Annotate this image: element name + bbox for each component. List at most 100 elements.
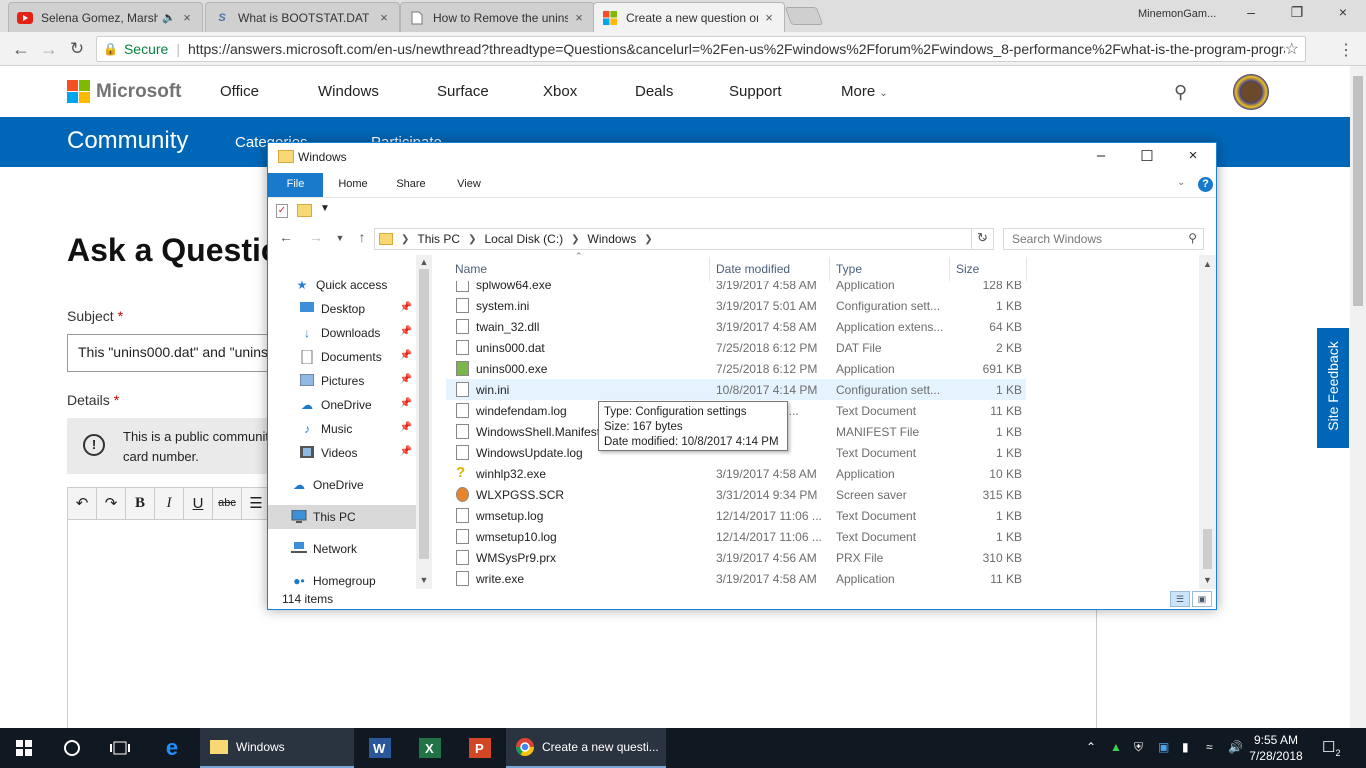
file-row[interactable]: ? winhlp32.exe 3/19/2017 4:58 AM Applicatio… xyxy=(446,463,1026,484)
defender-icon[interactable]: ⛨ xyxy=(1134,740,1143,755)
column-name[interactable]: Name xyxy=(455,262,487,276)
file-row[interactable]: wmsetup.log 12/14/2017 11:06 ... Text Docu… xyxy=(446,505,1026,526)
action-center-icon[interactable]: ☐2 xyxy=(1322,738,1340,758)
restore-icon[interactable]: ❐ xyxy=(1282,4,1312,21)
file-row[interactable]: unins000.dat 7/25/2018 6:12 PM DAT File 2 K… xyxy=(446,337,1026,358)
file-row-hovered[interactable]: win.ini 10/8/2017 4:14 PM Configuration se… xyxy=(446,379,1026,400)
ribbon-tab-file[interactable]: File xyxy=(268,173,323,197)
forward-icon[interactable]: → xyxy=(38,38,60,60)
refresh-icon[interactable]: ↻ xyxy=(971,228,993,250)
explorer-titlebar[interactable]: Windows – ☐ × xyxy=(268,143,1216,173)
help-icon[interactable]: ? xyxy=(1198,177,1213,192)
column-divider[interactable] xyxy=(709,257,710,281)
close-tab-icon[interactable]: × xyxy=(377,10,391,25)
nav-office[interactable]: Office xyxy=(220,83,259,100)
battery-icon[interactable]: ▮ xyxy=(1182,740,1189,754)
ribbon-tab-view[interactable]: View xyxy=(446,173,492,197)
nav-surface[interactable]: Surface xyxy=(437,83,489,100)
back-icon[interactable]: ← xyxy=(10,38,32,60)
powerpoint-icon[interactable]: P xyxy=(456,728,504,768)
maximize-icon[interactable]: ☐ xyxy=(1132,147,1162,165)
up-icon[interactable]: ↑ xyxy=(352,229,372,245)
pin-icon[interactable]: 📌 xyxy=(400,398,412,409)
tray-monitor-icon[interactable]: ▣ xyxy=(1158,740,1169,754)
pin-icon[interactable]: 📌 xyxy=(400,302,412,313)
explorer-search-input[interactable]: Search Windows ⚲ xyxy=(1003,228,1204,250)
clock[interactable]: 9:55 AM 7/28/2018 xyxy=(1246,732,1306,764)
undo-icon[interactable]: ↶ xyxy=(68,488,97,519)
nav-item-this-pc[interactable]: This PC xyxy=(268,505,416,529)
file-row[interactable]: twain_32.dll 3/19/2017 4:58 AM Application… xyxy=(446,316,1026,337)
ribbon-tab-share[interactable]: Share xyxy=(388,173,434,197)
close-tab-icon[interactable]: × xyxy=(180,10,194,25)
expand-ribbon-icon[interactable]: ⌄ xyxy=(1177,177,1185,188)
recent-locations-icon[interactable]: ▼ xyxy=(330,233,350,243)
browser-tab-bootstat[interactable]: S What is BOOTSTAT.DAT a × xyxy=(205,2,400,32)
breadcrumb-this-pc[interactable]: This PC xyxy=(417,232,460,246)
community-title[interactable]: Community xyxy=(67,127,188,155)
file-list-scrollbar[interactable]: ▲ ▼ xyxy=(1199,255,1216,589)
browser-tab-active[interactable]: Create a new question or × xyxy=(593,2,785,32)
properties-icon[interactable]: ✓ xyxy=(276,204,288,218)
file-row[interactable]: system.ini 3/19/2017 5:01 AM Configuration… xyxy=(446,295,1026,316)
start-icon[interactable] xyxy=(0,728,48,768)
close-tab-icon[interactable]: × xyxy=(762,10,776,25)
redo-icon[interactable]: ↷ xyxy=(97,488,126,519)
breadcrumb-local-disk[interactable]: Local Disk (C:) xyxy=(484,232,563,246)
nav-more[interactable]: More ⌄ xyxy=(841,83,888,100)
page-scrollbar[interactable] xyxy=(1350,66,1366,728)
new-folder-icon[interactable] xyxy=(297,204,312,217)
site-feedback-button[interactable]: Site Feedback xyxy=(1317,328,1349,448)
nav-deals[interactable]: Deals xyxy=(635,83,673,100)
italic-icon[interactable]: I xyxy=(155,488,184,519)
taskbar-explorer[interactable]: Windows xyxy=(200,728,354,768)
nav-item-downloads[interactable]: ↓ Downloads 📌 xyxy=(268,321,416,345)
file-row[interactable]: wmsetup10.log 12/14/2017 11:06 ... Text Do… xyxy=(446,526,1026,547)
nav-item-quick-access[interactable]: ★ Quick access xyxy=(268,273,416,297)
nav-item-desktop[interactable]: Desktop 📌 xyxy=(268,297,416,321)
close-window-icon[interactable]: × xyxy=(1328,4,1358,20)
column-divider[interactable] xyxy=(1026,257,1027,281)
nav-support[interactable]: Support xyxy=(729,83,782,100)
nav-item-pictures[interactable]: Pictures 📌 xyxy=(268,369,416,393)
column-date-modified[interactable]: Date modified xyxy=(716,262,790,276)
large-icons-view-icon[interactable]: ▣ xyxy=(1192,591,1212,607)
file-row[interactable]: write.exe 3/19/2017 4:58 AM Application 11 … xyxy=(446,568,1026,587)
excel-icon[interactable]: X xyxy=(406,728,454,768)
column-divider[interactable] xyxy=(949,257,950,281)
file-row[interactable]: splwow64.exe 3/19/2017 4:58 AM Application… xyxy=(446,281,1026,295)
scroll-down-icon[interactable]: ▼ xyxy=(416,575,432,585)
file-row[interactable]: unins000.exe 7/25/2018 6:12 PM Application… xyxy=(446,358,1026,379)
back-icon[interactable]: ← xyxy=(276,229,296,245)
taskbar-chrome[interactable]: Create a new questi... xyxy=(506,728,666,768)
chevron-right-icon[interactable]: ❯ xyxy=(468,234,476,245)
scrollbar-thumb[interactable] xyxy=(1353,76,1363,306)
browser-tab-youtube[interactable]: Selena Gomez, Marsh 🔈 × xyxy=(8,2,203,32)
address-bar[interactable]: 🔒 Secure | https://answers.microsoft.com… xyxy=(96,36,1306,62)
forward-icon[interactable]: → xyxy=(306,229,326,245)
file-row[interactable]: WMSysPr9.prx 3/19/2017 4:56 AM PRX File 310… xyxy=(446,547,1026,568)
nav-item-videos[interactable]: Videos 📌 xyxy=(268,441,416,465)
nav-item-onedrive-pinned[interactable]: ☁ OneDrive 📌 xyxy=(268,393,416,417)
nav-pane-scrollbar[interactable]: ▲ ▼ xyxy=(416,255,432,589)
scrollbar-thumb[interactable] xyxy=(419,269,429,559)
chevron-right-icon[interactable]: ❯ xyxy=(571,234,579,245)
nav-item-network[interactable]: Network xyxy=(268,537,416,561)
breadcrumb-windows[interactable]: Windows xyxy=(588,232,637,246)
pin-icon[interactable]: 📌 xyxy=(400,422,412,433)
new-tab-button[interactable] xyxy=(784,7,824,25)
details-view-icon[interactable]: ☰ xyxy=(1170,591,1190,607)
bookmark-star-icon[interactable]: ☆ xyxy=(1285,39,1299,59)
pin-icon[interactable]: 📌 xyxy=(400,374,412,385)
scrollbar-thumb[interactable] xyxy=(1203,529,1212,569)
bold-icon[interactable]: B xyxy=(126,488,155,519)
file-row[interactable]: WLXPGSS.SCR 3/31/2014 9:34 PM Screen saver… xyxy=(446,484,1026,505)
close-tab-icon[interactable]: × xyxy=(572,10,586,25)
nav-xbox[interactable]: Xbox xyxy=(543,83,577,100)
explorer-address-bar[interactable]: ❯ This PC ❯ Local Disk (C:) ❯ Windows ❯ … xyxy=(374,228,994,250)
minimize-icon[interactable]: – xyxy=(1236,4,1266,20)
nav-item-music[interactable]: ♪ Music 📌 xyxy=(268,417,416,441)
customize-qat-icon[interactable]: ▼ xyxy=(320,203,330,214)
column-size[interactable]: Size xyxy=(956,262,979,276)
scroll-up-icon[interactable]: ▲ xyxy=(1199,259,1216,269)
